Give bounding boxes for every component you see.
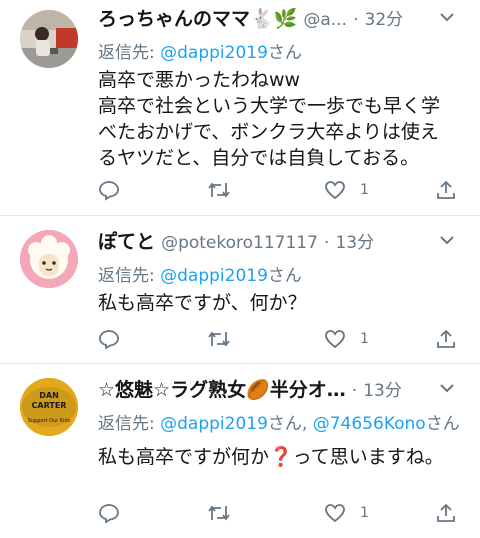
- reply-suffix: さん: [267, 43, 302, 63]
- retweet-button[interactable]: [207, 326, 231, 352]
- reply-suffix: さん: [425, 414, 460, 434]
- display-name[interactable]: ぽてと: [98, 231, 155, 253]
- reply-prefix: 返信先:: [98, 414, 161, 434]
- reply-icon: [99, 504, 119, 524]
- avatar[interactable]: DAN CARTER Support Our Kids: [20, 378, 78, 436]
- retweet-button[interactable]: [207, 177, 231, 203]
- separator: ·: [353, 10, 359, 30]
- like-count: 1: [360, 505, 369, 521]
- mention-link[interactable]: @dappi2019: [160, 266, 268, 286]
- retweet-icon: [208, 331, 230, 347]
- like-button[interactable]: 1: [324, 177, 369, 203]
- like-button[interactable]: 1: [324, 500, 369, 526]
- chevron-down-icon[interactable]: [436, 6, 458, 28]
- timestamp[interactable]: 13分: [335, 233, 374, 253]
- tweet-text: 私も高卒ですが、何か？: [98, 290, 464, 316]
- share-button[interactable]: [435, 326, 457, 352]
- retweet-icon: [208, 182, 230, 198]
- timestamp[interactable]: 13分: [363, 381, 402, 401]
- reply-context: 返信先: @dappi2019さん: [98, 261, 464, 286]
- reply-icon: [99, 330, 119, 350]
- reply-suffix: さん: [267, 266, 302, 286]
- badge-text: CARTER: [32, 401, 67, 410]
- reply-icon: [99, 181, 119, 201]
- mention-link[interactable]: @dappi2019: [160, 43, 268, 63]
- avatar[interactable]: [20, 10, 78, 68]
- handle[interactable]: @a...: [303, 10, 347, 30]
- retweet-button[interactable]: [207, 500, 231, 526]
- heart-icon: [325, 330, 345, 349]
- tweet-text-line: べたおかげで、ボンクラ大卒よりは使え: [98, 121, 439, 143]
- tweet-text-line: 私も高卒ですが何か❓って思いますね。: [98, 446, 444, 468]
- separator: ·: [323, 233, 330, 253]
- action-bar: 1: [98, 500, 460, 526]
- tweet-text-line: 高卒で社会という大学で一歩でも早く学: [98, 95, 441, 117]
- separator: ·: [351, 381, 358, 401]
- tweet-text-line: るヤツだと、自分では自負しておる。: [98, 147, 420, 169]
- reply-button[interactable]: [98, 500, 120, 526]
- tweet[interactable]: ぽてと @potekoro117117 · 13分 返信先: @dappi201…: [0, 216, 480, 364]
- like-count: 1: [360, 331, 369, 347]
- share-button[interactable]: [435, 177, 457, 203]
- avatar[interactable]: [20, 230, 78, 288]
- like-count: 1: [360, 182, 369, 198]
- reply-button[interactable]: [98, 177, 120, 203]
- reply-prefix: 返信先:: [98, 43, 161, 63]
- display-name[interactable]: ろっちゃんのママ🐇🌿: [98, 8, 297, 30]
- badge-text: DAN: [39, 391, 59, 400]
- action-bar: 1: [98, 326, 460, 352]
- retweet-icon: [208, 505, 230, 521]
- reply-suffix: さん: [267, 414, 302, 434]
- heart-icon: [325, 181, 345, 200]
- chevron-down-icon[interactable]: [436, 229, 458, 251]
- tweet-text-line: 私も高卒ですが、何か？: [98, 292, 307, 314]
- tweet-header: ぽてと @potekoro117117 · 13分: [98, 229, 464, 255]
- tweet-header: ☆悠魅☆ラグ熟女🏉半分オ… · 13分: [98, 377, 464, 403]
- reply-prefix: 返信先:: [98, 266, 161, 286]
- tweet[interactable]: ろっちゃんのママ🐇🌿 @a... · 32分 返信先: @dappi2019さん…: [0, 0, 480, 216]
- share-icon: [437, 503, 455, 522]
- display-name[interactable]: ☆悠魅☆ラグ熟女🏉半分オ…: [98, 379, 346, 401]
- heart-icon: [325, 504, 345, 523]
- reply-context: 返信先: @dappi2019さん, @74656Konoさん: [98, 414, 460, 434]
- tweet-text: 私も高卒ですが何か❓って思いますね。: [98, 444, 464, 470]
- reply-context: 返信先: @dappi2019さん: [98, 38, 464, 63]
- like-button[interactable]: 1: [324, 326, 369, 352]
- handle[interactable]: @potekoro117117: [161, 233, 318, 253]
- tweet-text: 高卒で悪かったわねww 高卒で社会という大学で一歩でも早く学 べたおかげで、ボン…: [98, 67, 464, 171]
- mention-link[interactable]: @74656Kono: [313, 414, 426, 434]
- tweet-header: ろっちゃんのママ🐇🌿 @a... · 32分: [98, 6, 464, 32]
- timestamp[interactable]: 32分: [365, 10, 404, 30]
- share-icon: [437, 180, 455, 199]
- chevron-down-icon[interactable]: [436, 377, 458, 399]
- share-button[interactable]: [435, 500, 457, 526]
- badge-text: Support Our Kids: [28, 418, 71, 424]
- mention-link[interactable]: @dappi2019: [160, 414, 268, 434]
- reply-button[interactable]: [98, 326, 120, 352]
- action-bar: 1: [98, 177, 460, 203]
- share-icon: [437, 329, 455, 348]
- tweet[interactable]: DAN CARTER Support Our Kids ☆悠魅☆ラグ熟女🏉半分オ…: [0, 364, 480, 538]
- tweet-text-line: 高卒で悪かったわねww: [98, 69, 301, 91]
